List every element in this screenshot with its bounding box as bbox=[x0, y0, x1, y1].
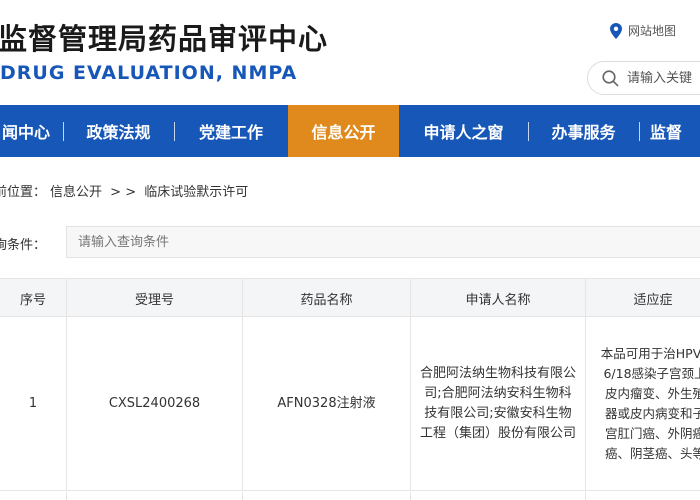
header-index: 序号 bbox=[0, 279, 67, 318]
breadcrumb-current[interactable]: 临床试验默示许可 bbox=[144, 185, 248, 200]
table-row bbox=[0, 492, 700, 500]
indication-text: 本品可用于治HPV16/18感染子宫颈上皮内瘤变、外生殖器或皮内病变和子宫肛门癌… bbox=[600, 346, 700, 461]
site-search-input[interactable] bbox=[627, 70, 700, 86]
cell-indication bbox=[586, 492, 700, 500]
query-bar: 询条件： bbox=[0, 226, 700, 258]
location-pin-icon bbox=[610, 22, 622, 39]
query-input[interactable] bbox=[66, 226, 700, 258]
nav-divider bbox=[639, 122, 640, 141]
table-row[interactable]: 1 CXSL2400268 AFN0328注射液 合肥阿法纳生物科技有限公司;合… bbox=[0, 317, 700, 491]
cell-applicant bbox=[411, 492, 586, 500]
header-drug-name: 药品名称 bbox=[243, 279, 411, 318]
site-title-en: DRUG EVALUATION, NMPA bbox=[0, 62, 298, 84]
breadcrumb-info-disclosure[interactable]: 信息公开 bbox=[50, 185, 102, 200]
cell-index: 1 bbox=[0, 317, 67, 491]
cell-index bbox=[0, 492, 67, 500]
site-title-cn: 监督管理局药品审评中心 bbox=[0, 22, 329, 56]
cell-acceptance-no bbox=[67, 492, 243, 500]
header-acceptance-no: 受理号 bbox=[67, 279, 243, 318]
cell-indication: 本品可用于治HPV16/18感染子宫颈上皮内瘤变、外生殖器或皮内病变和子宫肛门癌… bbox=[586, 317, 700, 491]
breadcrumb-prefix: 前位置： bbox=[0, 185, 47, 200]
breadcrumb-separator: > > bbox=[110, 185, 137, 200]
table-header: 序号 受理号 药品名称 申请人名称 适应症 bbox=[0, 278, 700, 318]
nav-item-info-disclosure[interactable]: 信息公开 bbox=[288, 105, 399, 157]
breadcrumb: 前位置： 信息公开 > > 临床试验默示许可 bbox=[0, 181, 252, 200]
cell-acceptance-no: CXSL2400268 bbox=[67, 317, 243, 491]
site-search[interactable] bbox=[587, 61, 700, 95]
header-indication: 适应症 bbox=[633, 293, 673, 308]
nav-item-policies[interactable]: 政策法规 bbox=[63, 105, 174, 157]
nav-item-news[interactable]: 闻中心 bbox=[0, 105, 52, 157]
cell-drug-name bbox=[243, 492, 411, 500]
search-icon[interactable] bbox=[602, 69, 619, 87]
nav-item-applicant-window[interactable]: 申请人之窗 bbox=[399, 105, 528, 157]
cell-applicant: 合肥阿法纳生物科技有限公司;合肥阿法纳安科生物科技有限公司;安徽安科生物工程（集… bbox=[411, 317, 586, 491]
header-applicant: 申请人名称 bbox=[411, 279, 586, 318]
nav-item-party-building[interactable]: 党建工作 bbox=[174, 105, 288, 157]
site-header: 监督管理局药品审评中心 DRUG EVALUATION, NMPA 网站地图 bbox=[0, 0, 700, 105]
sitemap-label: 网站地图 bbox=[628, 24, 677, 38]
main-nav: 闻中心 政策法规 党建工作 信息公开 申请人之窗 办事服务 监督 bbox=[0, 105, 700, 157]
nav-item-supervision[interactable]: 监督 bbox=[650, 105, 700, 157]
cell-drug-name: AFN0328注射液 bbox=[243, 317, 411, 491]
query-label: 询条件： bbox=[0, 238, 47, 253]
sitemap-link[interactable]: 网站地图 bbox=[610, 22, 676, 39]
results-table: 序号 受理号 药品名称 申请人名称 适应症 1 CXSL2400268 AFN0… bbox=[0, 278, 700, 500]
nav-item-services[interactable]: 办事服务 bbox=[528, 105, 639, 157]
